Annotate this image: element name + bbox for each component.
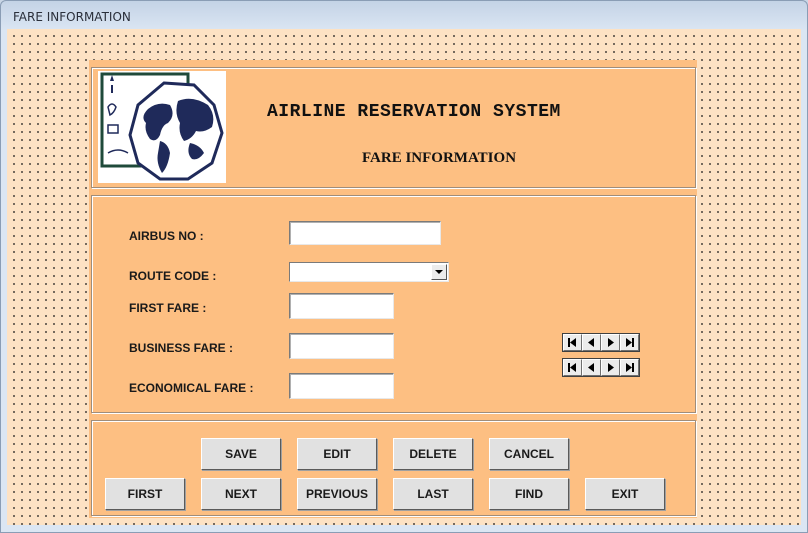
delete-button[interactable]: DELETE: [393, 438, 473, 470]
airbus-no-input[interactable]: [289, 221, 441, 245]
economical-fare-label: ECONOMICAL FARE :: [129, 381, 254, 395]
first-record-icon[interactable]: [563, 359, 582, 376]
form-client-area: AIRLINE RESERVATION SYSTEM FARE INFORMAT…: [7, 29, 801, 525]
exit-button[interactable]: EXIT: [585, 478, 665, 510]
save-button[interactable]: SAVE: [201, 438, 281, 470]
first-fare-input[interactable]: [289, 293, 394, 319]
edit-button[interactable]: EDIT: [297, 438, 377, 470]
header-frame: AIRLINE RESERVATION SYSTEM FARE INFORMAT…: [91, 67, 696, 188]
form-subtitle: FARE INFORMATION: [362, 150, 517, 166]
previous-button[interactable]: PREVIOUS: [297, 478, 377, 510]
business-fare-input[interactable]: [289, 333, 394, 359]
fare-form-frame: AIRBUS NO : ROUTE CODE : FIRST FARE : BU…: [91, 195, 696, 413]
route-code-dropdown[interactable]: [289, 262, 449, 282]
last-record-icon[interactable]: [620, 334, 639, 351]
title-bar[interactable]: FARE INFORMATION: [1, 1, 807, 29]
app-title: AIRLINE RESERVATION SYSTEM: [267, 102, 561, 122]
route-code-label: ROUTE CODE :: [129, 269, 217, 283]
cancel-button[interactable]: CANCEL: [489, 438, 569, 470]
window-title: FARE INFORMATION: [13, 10, 131, 24]
next-record-icon[interactable]: [601, 334, 620, 351]
find-button[interactable]: FIND: [489, 478, 569, 510]
fare-information-window: FARE INFORMATION AIRLINE RESERVATION SYS…: [0, 0, 808, 533]
record-navigator-2: [562, 358, 640, 377]
record-navigator-1: [562, 333, 640, 352]
first-record-icon[interactable]: [563, 334, 582, 351]
chevron-down-icon[interactable]: [431, 264, 447, 280]
economical-fare-input[interactable]: [289, 373, 394, 399]
first-fare-label: FIRST FARE :: [129, 301, 207, 315]
next-record-icon[interactable]: [601, 359, 620, 376]
first-button[interactable]: FIRST: [105, 478, 185, 510]
last-button[interactable]: LAST: [393, 478, 473, 510]
next-button[interactable]: NEXT: [201, 478, 281, 510]
last-record-icon[interactable]: [620, 359, 639, 376]
globe-logo-icon: [98, 71, 226, 183]
previous-record-icon[interactable]: [582, 334, 601, 351]
business-fare-label: BUSINESS FARE :: [129, 341, 234, 355]
previous-record-icon[interactable]: [582, 359, 601, 376]
airbus-no-label: AIRBUS NO :: [129, 229, 204, 243]
command-buttons-frame: SAVE EDIT DELETE CANCEL FIRST NEXT PREVI…: [91, 420, 696, 516]
